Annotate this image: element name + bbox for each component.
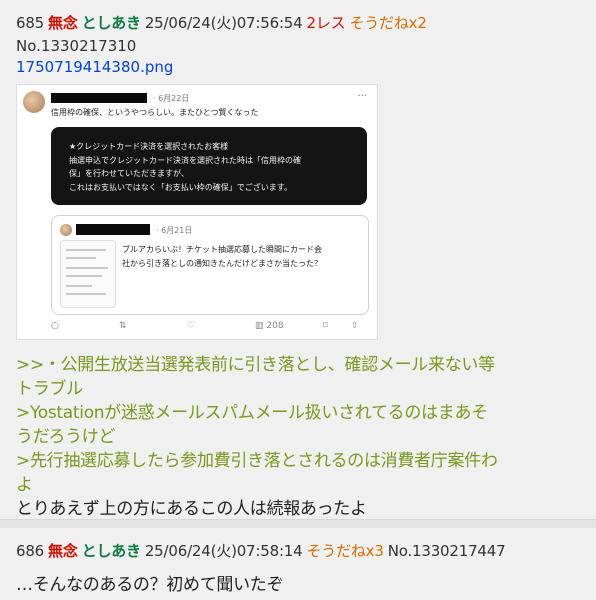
like-icon: ♡ (187, 321, 196, 331)
reply-icon: ○ (51, 321, 59, 331)
image-file-link[interactable]: 1750719414380.png (16, 58, 173, 76)
post-header: 686 無念 としあき 25/06/24(火)07:58:14 そうだねx3 No.133… (16, 540, 509, 561)
post-685: 685 無念 としあき 25/06/24(火)07:56:54 2レス そうだねx2 No… (0, 0, 596, 520)
post-subject: 無念 (48, 542, 78, 560)
views-count: ▥ 208 (255, 321, 284, 331)
post-number: 686 (16, 542, 45, 560)
post-date: 25/06/24(火)07:56:54 (144, 14, 303, 32)
tweet-text: 信用枠の確保、というやつらしい。またひとつ賢くなった (51, 108, 259, 117)
quote-line: よ (16, 475, 33, 495)
soudane-button[interactable]: そうだねx3 (306, 542, 383, 560)
quote-line: うだろうけど (16, 427, 116, 447)
tweet-date: · 6月22日 (153, 94, 190, 103)
quote-line: >先行抽選応募したら参加費引き落とされるのは消費者庁案件わ (16, 451, 498, 471)
quoted-tweet-date: · 6月21日 (156, 226, 193, 235)
attached-image-thumbnail[interactable]: · 6月22日 ··· 信用枠の確保、というやつらしい。またひとつ賢くなった ★… (16, 84, 378, 340)
comment-line: とりあえず上の方にあるこの人は続報あったよ (16, 499, 367, 519)
notice-line: これはお支払いではなく「お支払い枠の確保」でございます。 (69, 183, 292, 192)
post-id[interactable]: No.1330217447 (388, 542, 506, 560)
redacted-username (76, 224, 150, 235)
avatar (60, 224, 72, 236)
post-header: 685 無念 としあき 25/06/24(火)07:56:54 2レス そうだねx2 (16, 12, 431, 33)
poster-name: としあき (81, 542, 141, 560)
share-icon: ⇧ (351, 321, 359, 331)
quoted-tweet-image (60, 240, 116, 308)
quoted-tweet-text: 社から引き落としの通知きたんだけどまさか当たった？ (122, 259, 322, 268)
quote-line: >>・公開生放送当選発表前に引き落とし、確認メール来ない等 (16, 355, 495, 375)
notice-line: 抽選申込でクレジットカード決済を選択された時は「信用枠の確 (69, 156, 301, 165)
post-subject: 無念 (48, 14, 78, 32)
quote-line: >Yostationが迷惑メールスパムメール扱いされてるのはまあそ (16, 403, 488, 423)
retweet-icon: ⇅ (119, 321, 127, 331)
notice-line: 保」を行わせていただきますが、 (69, 169, 189, 178)
quote-line: トラブル (16, 379, 83, 399)
post-686: 686 無念 としあき 25/06/24(火)07:58:14 そうだねx3 No.133… (0, 528, 596, 600)
avatar (23, 91, 45, 113)
tweet-actions: ○ ⇅ ♡ ▥ 208 ⌑ ⇧ (51, 321, 367, 335)
quoted-tweet: · 6月21日 ブルアカらいぶ！チケット抽選応募した瞬間にカード会 社から引き落… (51, 215, 369, 315)
more-icon: ··· (357, 91, 367, 102)
bookmark-icon: ⌑ (323, 321, 328, 331)
quoted-notice-box: ★クレジットカード決済を選択されたお客様 抽選申込でクレジットカード決済を選択さ… (51, 127, 367, 205)
poster-name: としあき (81, 14, 141, 32)
notice-line: ★クレジットカード決済を選択されたお客様 (69, 142, 229, 151)
redacted-username (51, 93, 147, 103)
post-number: 685 (16, 14, 45, 32)
quoted-tweet-text: ブルアカらいぶ！チケット抽選応募した瞬間にカード会 (122, 245, 322, 254)
post-id[interactable]: No.1330217310 (16, 37, 136, 55)
soudane-button[interactable]: そうだねx2 (349, 14, 426, 32)
comment-line: …そんなのあるの？初めて聞いたぞ (16, 575, 284, 595)
reply-count[interactable]: 2レス (306, 14, 345, 32)
post-date: 25/06/24(火)07:58:14 (144, 542, 303, 560)
